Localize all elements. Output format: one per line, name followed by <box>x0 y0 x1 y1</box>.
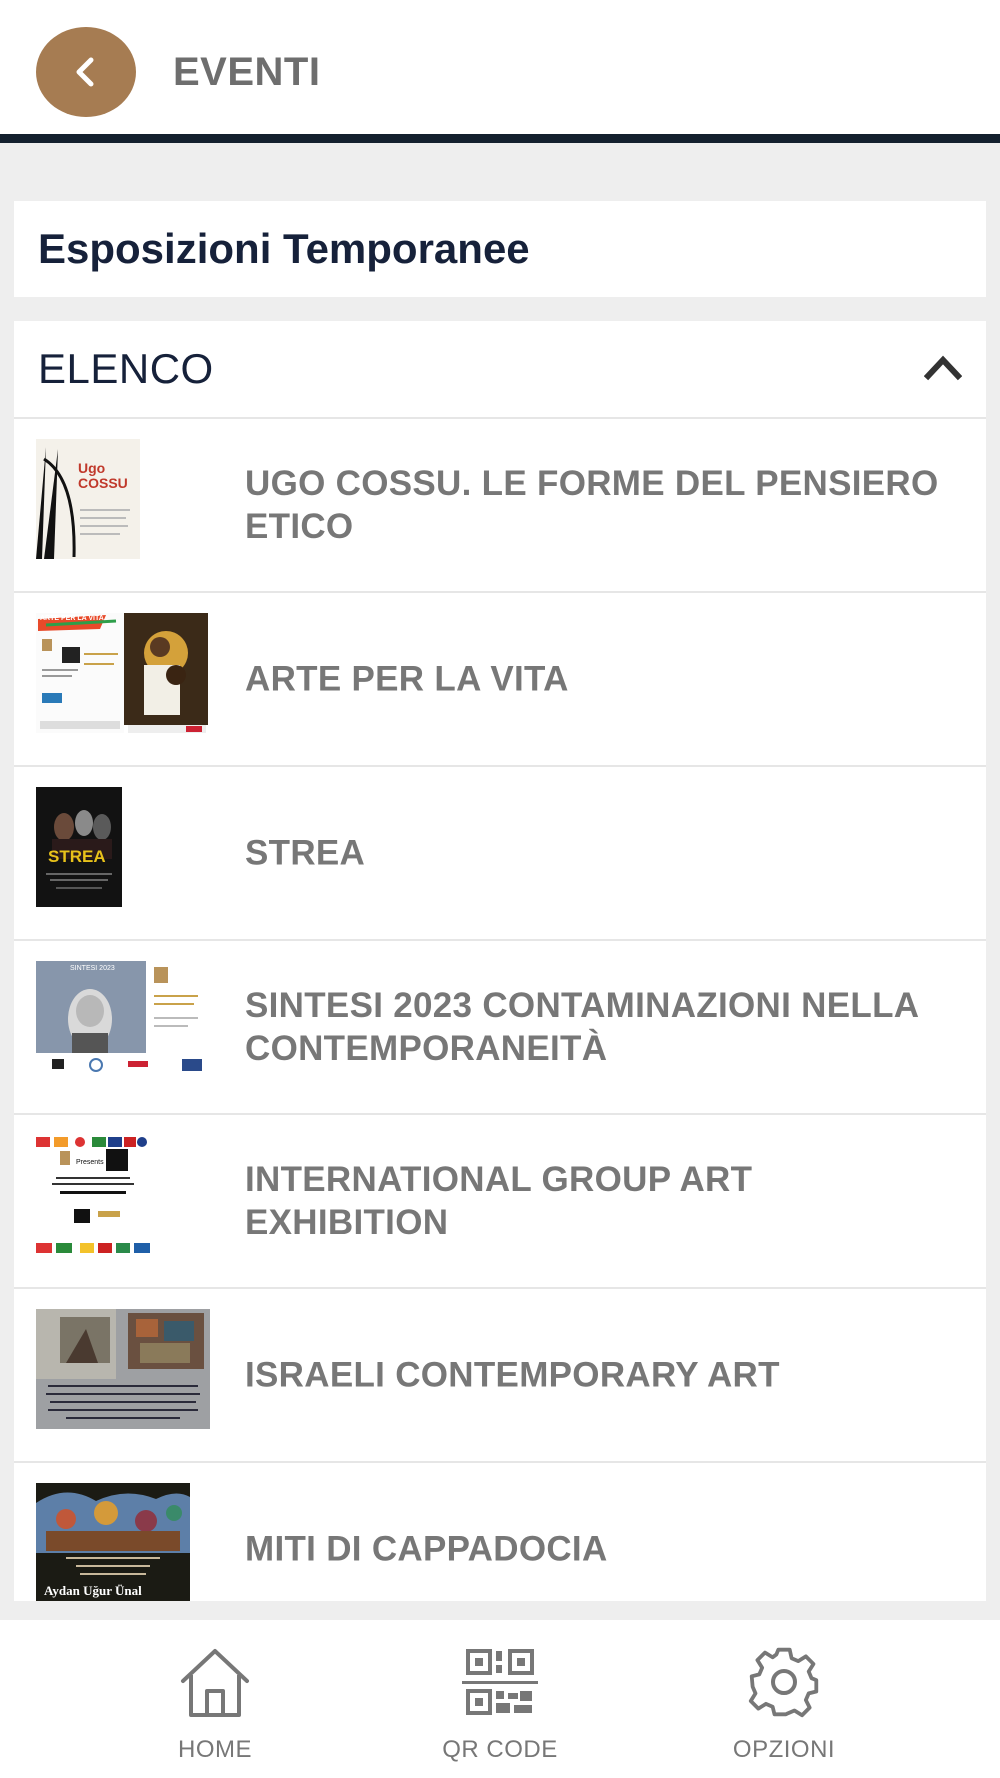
events-list: ELENCO Ugo COSSU UGO COSSU. LE FORME DEL… <box>14 321 986 1601</box>
home-icon <box>177 1644 253 1720</box>
thumbnail-caption: Presents <box>76 1159 104 1166</box>
event-thumbnail: SINTESI 2023 <box>36 961 208 1081</box>
event-thumbnail: Aydan Uğur Ünal <box>36 1483 190 1601</box>
nav-options-label: OPZIONI <box>732 1736 836 1763</box>
list-item[interactable]: SINTESI 2023 SINTESI 2023 CONTAMINAZIONI… <box>14 941 986 1115</box>
list-item[interactable]: STREA STREA <box>14 767 986 941</box>
event-thumbnail: ARTE PER LA VITA <box>36 613 208 733</box>
event-title: SINTESI 2023 CONTAMINAZIONI NELLA CONTEM… <box>245 986 919 1068</box>
list-item[interactable]: ARTE PER LA VITA ARTE PER LA VITA <box>14 593 986 767</box>
bottom-nav: HOME QR CODE OPZIONI <box>0 1620 1000 1778</box>
event-title: STREA <box>245 833 366 873</box>
section-title: Esposizioni Temporanee <box>38 225 530 272</box>
list-item[interactable]: ISRAELI CONTEMPORARY ART <box>14 1289 986 1463</box>
event-title: INTERNATIONAL GROUP ART EXHIBITION <box>245 1160 753 1242</box>
thumbnail-caption: Aydan Uğur Ünal <box>44 1583 142 1598</box>
thumbnail-caption: STREA <box>48 847 106 866</box>
event-title: ISRAELI CONTEMPORARY ART <box>245 1355 780 1395</box>
app-header: EVENTI <box>0 0 1000 143</box>
event-title: UGO COSSU. LE FORME DEL PENSIERO ETICO <box>245 464 939 546</box>
header-divider <box>0 134 1000 143</box>
thumbnail-caption: ARTE PER LA VITA <box>40 615 104 622</box>
list-item[interactable]: Aydan Uğur Ünal MITI DI CAPPADOCIA <box>14 1463 986 1601</box>
chevron-up-icon <box>924 355 962 381</box>
page-title: EVENTI <box>173 50 321 94</box>
list-title: ELENCO <box>38 345 214 392</box>
thumbnail-caption: SINTESI 2023 <box>70 965 115 972</box>
nav-home-label: HOME <box>178 1736 252 1763</box>
list-item[interactable]: Presents INTERNATIONAL GROUP ART EXHIBIT… <box>14 1115 986 1289</box>
event-title: ARTE PER LA VITA <box>245 659 569 699</box>
chevron-left-icon <box>76 57 94 87</box>
event-thumbnail: STREA <box>36 787 122 907</box>
gear-icon <box>746 1644 822 1720</box>
qr-code-icon <box>462 1644 538 1720</box>
event-thumbnail: Presents <box>36 1135 150 1255</box>
nav-qr-code[interactable]: QR CODE <box>400 1620 600 1778</box>
thumbnail-caption: Ugo COSSU <box>78 460 128 491</box>
section-header: Esposizioni Temporanee <box>14 201 986 297</box>
nav-home[interactable]: HOME <box>115 1620 315 1778</box>
nav-options[interactable]: OPZIONI <box>684 1620 884 1778</box>
event-thumbnail <box>36 1309 210 1429</box>
list-header-toggle[interactable]: ELENCO <box>14 321 986 419</box>
back-button[interactable] <box>36 27 136 117</box>
event-thumbnail: Ugo COSSU <box>36 439 140 559</box>
event-title: MITI DI CAPPADOCIA <box>245 1529 608 1569</box>
nav-qr-code-label: QR CODE <box>442 1736 558 1763</box>
list-item[interactable]: Ugo COSSU UGO COSSU. LE FORME DEL PENSIE… <box>14 419 986 593</box>
